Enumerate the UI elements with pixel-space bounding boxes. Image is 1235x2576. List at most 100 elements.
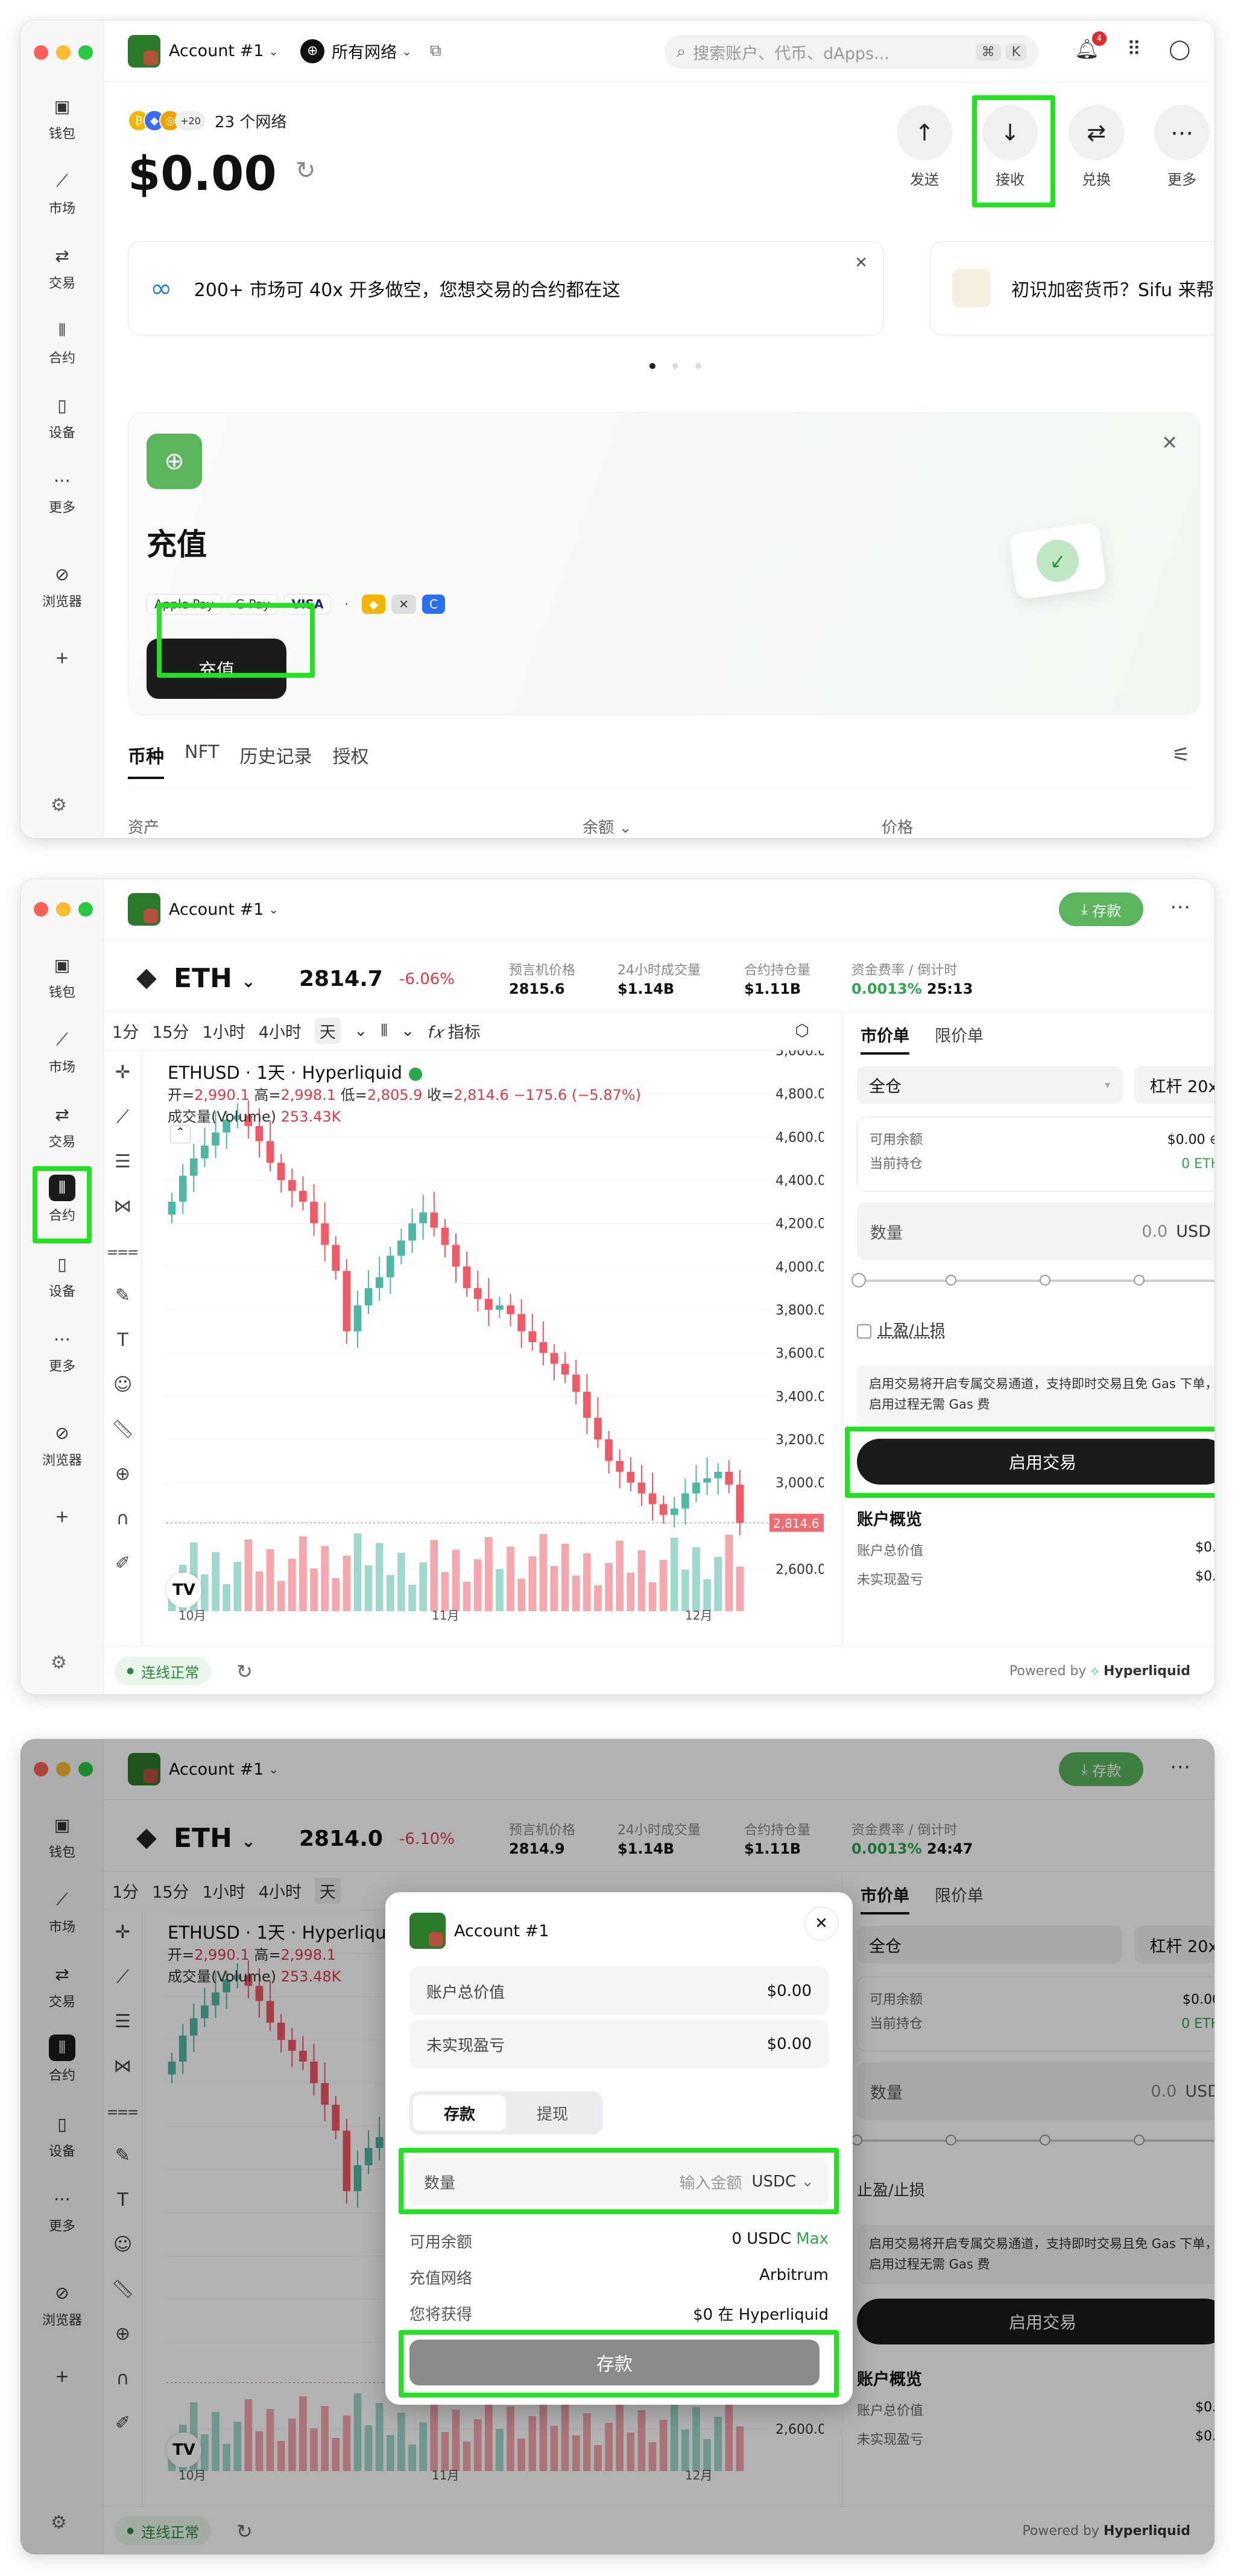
sidebar-item-browser[interactable]: ⊘ 浏览器 xyxy=(21,561,104,610)
apps-grid-icon[interactable]: ⠿ xyxy=(1127,37,1141,60)
search-input[interactable]: ⌕ 搜索账户、代币、dApps... ⌘ K xyxy=(665,35,1038,69)
minimize-window-button[interactable] xyxy=(56,902,71,917)
emoji-icon[interactable]: ☺ xyxy=(104,1363,142,1407)
symbol-selector[interactable]: ETH ⌄ xyxy=(174,963,256,994)
chain-icons[interactable]: ₿ ◆ ◎ +20 23 个网络 xyxy=(128,110,286,131)
settings-icon[interactable]: ⬡ xyxy=(795,1021,809,1040)
sidebar-item-market[interactable]: ⟋ 市场 xyxy=(21,1026,104,1076)
network-selector[interactable]: 所有网络 xyxy=(332,39,397,63)
quantity-input[interactable]: 数量0.0USD▾ xyxy=(857,1202,1214,1260)
chevron-down-icon[interactable]: ⌄ xyxy=(268,902,279,917)
crosshair-icon[interactable]: ✛ xyxy=(104,1050,142,1095)
amount-input[interactable]: 数量 输入金额 USDC ⌄ xyxy=(409,2158,829,2206)
maximize-window-button[interactable] xyxy=(78,902,93,917)
copy-icon[interactable]: ⧉ xyxy=(430,42,441,60)
submit-deposit-button[interactable]: 存款 xyxy=(409,2340,820,2385)
account-avatar[interactable] xyxy=(128,893,160,926)
candle-type-icon[interactable]: ⫴ xyxy=(381,1021,388,1041)
tpsl-checkbox[interactable]: 止盈/止损 xyxy=(857,1318,946,1340)
max-button[interactable]: Max xyxy=(796,2230,829,2248)
deposit-button[interactable]: ⤓ 存款 xyxy=(1059,892,1143,926)
tab-tokens[interactable]: 币种 xyxy=(128,742,164,779)
plus-circle-icon[interactable]: ⊕ xyxy=(1210,1132,1214,1148)
user-icon[interactable]: ◯ xyxy=(1169,37,1190,60)
tf-4h[interactable]: 4小时 xyxy=(259,1019,302,1043)
collapse-legend-button[interactable]: ⌃ xyxy=(170,1125,191,1143)
more-dots-icon[interactable]: ⋯ xyxy=(1170,895,1190,919)
zoom-icon[interactable]: ⊕ xyxy=(104,1452,142,1497)
measure-lines-icon[interactable]: ⩶ xyxy=(104,1229,142,1274)
margin-mode-select[interactable]: 全仓 ▾ xyxy=(857,1066,1122,1103)
sidebar-item-device[interactable]: ▯ 设备 xyxy=(21,1251,104,1300)
close-icon[interactable]: ✕ xyxy=(854,254,868,272)
promo-banner-perps[interactable]: ∞ 200+ 市场可 40x 开多做空，您想交易的合约都在这 ✕ xyxy=(128,241,884,335)
tab-nft[interactable]: NFT xyxy=(185,742,220,779)
refresh-icon[interactable]: ↻ xyxy=(295,157,316,185)
pattern-icon[interactable]: ⋈ xyxy=(104,1184,142,1229)
tab-history[interactable]: 历史记录 xyxy=(240,742,312,779)
ruler-icon[interactable]: 📏︎ xyxy=(104,1407,142,1452)
tf-1h[interactable]: 1小时 xyxy=(203,1019,245,1043)
candle-body xyxy=(441,1227,449,1245)
sidebar-item-perps[interactable]: ⫴ 合约 xyxy=(21,317,104,367)
tab-approvals[interactable]: 授权 xyxy=(333,742,369,779)
brush-icon[interactable]: ✎ xyxy=(104,1274,142,1318)
maximize-window-button[interactable] xyxy=(78,45,93,60)
sidebar-item-more[interactable]: ⋯ 更多 xyxy=(21,1325,104,1375)
text-icon[interactable]: T xyxy=(104,1318,142,1363)
sidebar-item-device[interactable]: ▯ 设备 xyxy=(21,392,104,441)
col-balance[interactable]: 余额 ⌄ xyxy=(583,815,632,838)
filter-sliders-icon[interactable]: ⚟ xyxy=(1172,743,1190,767)
sidebar-item-trade[interactable]: ⇄ 交易 xyxy=(21,1101,104,1151)
sidebar-item-more[interactable]: ⋯ 更多 xyxy=(21,467,104,516)
trendline-icon[interactable]: ⟋ xyxy=(104,1095,142,1140)
tf-1d[interactable]: 天 xyxy=(314,1018,341,1044)
tf-1m[interactable]: 1分 xyxy=(112,1019,139,1043)
tab-market-order[interactable]: 市价单 xyxy=(861,1023,909,1055)
carousel-dots[interactable] xyxy=(649,363,701,369)
tab-deposit[interactable]: 存款 xyxy=(413,2095,506,2131)
sidebar-item-market[interactable]: ⟋ 市场 xyxy=(21,168,104,217)
tab-withdraw[interactable]: 提现 xyxy=(506,2095,599,2131)
tab-limit-order[interactable]: 限价单 xyxy=(935,1023,984,1055)
deposit-button[interactable]: 充值 xyxy=(147,639,286,699)
chevron-down-icon[interactable]: ⌄ xyxy=(402,44,412,58)
account-selector[interactable]: Account #1 xyxy=(169,900,264,919)
sidebar-item-perps[interactable]: ⫴ 合约 xyxy=(21,1175,104,1224)
volume-bar xyxy=(397,1553,405,1611)
sidebar-item-wallet[interactable]: ▣ 钱包 xyxy=(21,952,104,1001)
account-avatar[interactable] xyxy=(128,34,160,68)
price-chart[interactable]: 5,000.0 4,800.0 4,600.0 4,400.0 4,200.0 4,000… xyxy=(142,1050,824,1621)
add-button[interactable]: + xyxy=(21,644,104,671)
add-button[interactable]: + xyxy=(21,1503,104,1529)
sidebar-item-trade[interactable]: ⇄ 交易 xyxy=(21,242,104,292)
indicators-button[interactable]: f𝑥 指标 xyxy=(428,1019,481,1043)
lock-draw-icon[interactable]: ✐ xyxy=(104,1541,142,1586)
account-selector[interactable]: Account #1 xyxy=(169,42,264,60)
chevron-down-icon[interactable]: ⌄ xyxy=(401,1021,415,1040)
more-button[interactable]: ⋯ 更多 xyxy=(1154,105,1210,189)
magnet-icon[interactable]: ∩ xyxy=(104,1497,142,1541)
promo-banner-sifu[interactable]: 初识加密货币？Sifu 来帮 xyxy=(930,241,1214,335)
close-icon[interactable]: ✕ xyxy=(1161,431,1178,454)
settings-gear-icon[interactable]: ⚙ xyxy=(51,1652,67,1673)
leverage-button[interactable]: 杠杆 20x xyxy=(1134,1066,1214,1103)
enable-trading-button[interactable]: 启用交易 xyxy=(857,1439,1214,1485)
sidebar-item-wallet[interactable]: ▣ 钱包 xyxy=(21,93,104,142)
minimize-window-button[interactable] xyxy=(56,45,71,60)
chevron-down-icon[interactable]: ⌄ xyxy=(354,1021,368,1040)
swap-button[interactable]: ⇄ 兑换 xyxy=(1069,105,1124,189)
size-slider[interactable] xyxy=(851,1273,1214,1287)
close-window-button[interactable] xyxy=(34,902,48,917)
send-button[interactable]: ↑ 发送 xyxy=(897,105,952,189)
sidebar-item-browser[interactable]: ⊘ 浏览器 xyxy=(21,1419,104,1469)
fib-icon[interactable]: ☰ xyxy=(104,1140,142,1184)
refresh-icon[interactable]: ↻ xyxy=(236,1660,253,1683)
receive-button[interactable]: ↓ 接收 xyxy=(982,105,1038,189)
chevron-down-icon[interactable]: ⌄ xyxy=(268,44,279,58)
close-icon[interactable]: ✕ xyxy=(804,1907,838,1940)
close-window-button[interactable] xyxy=(34,45,48,60)
bell-icon[interactable]: 🔔︎ 4 xyxy=(1075,31,1107,60)
tf-15m[interactable]: 15分 xyxy=(152,1019,189,1043)
settings-gear-icon[interactable]: ⚙ xyxy=(51,795,67,816)
